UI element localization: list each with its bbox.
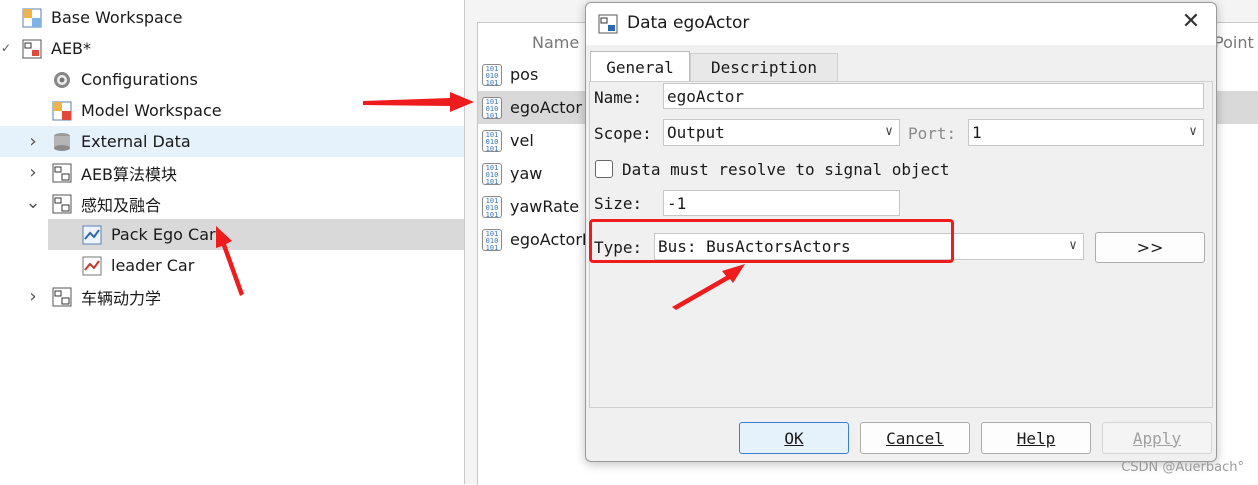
annotation-arrow — [672, 264, 745, 310]
annotation-arrow — [363, 92, 474, 112]
watermark: CSDN @Auerbach° — [1121, 460, 1244, 475]
annotation-arrows — [216, 92, 745, 310]
annotation-arrow — [216, 226, 244, 296]
